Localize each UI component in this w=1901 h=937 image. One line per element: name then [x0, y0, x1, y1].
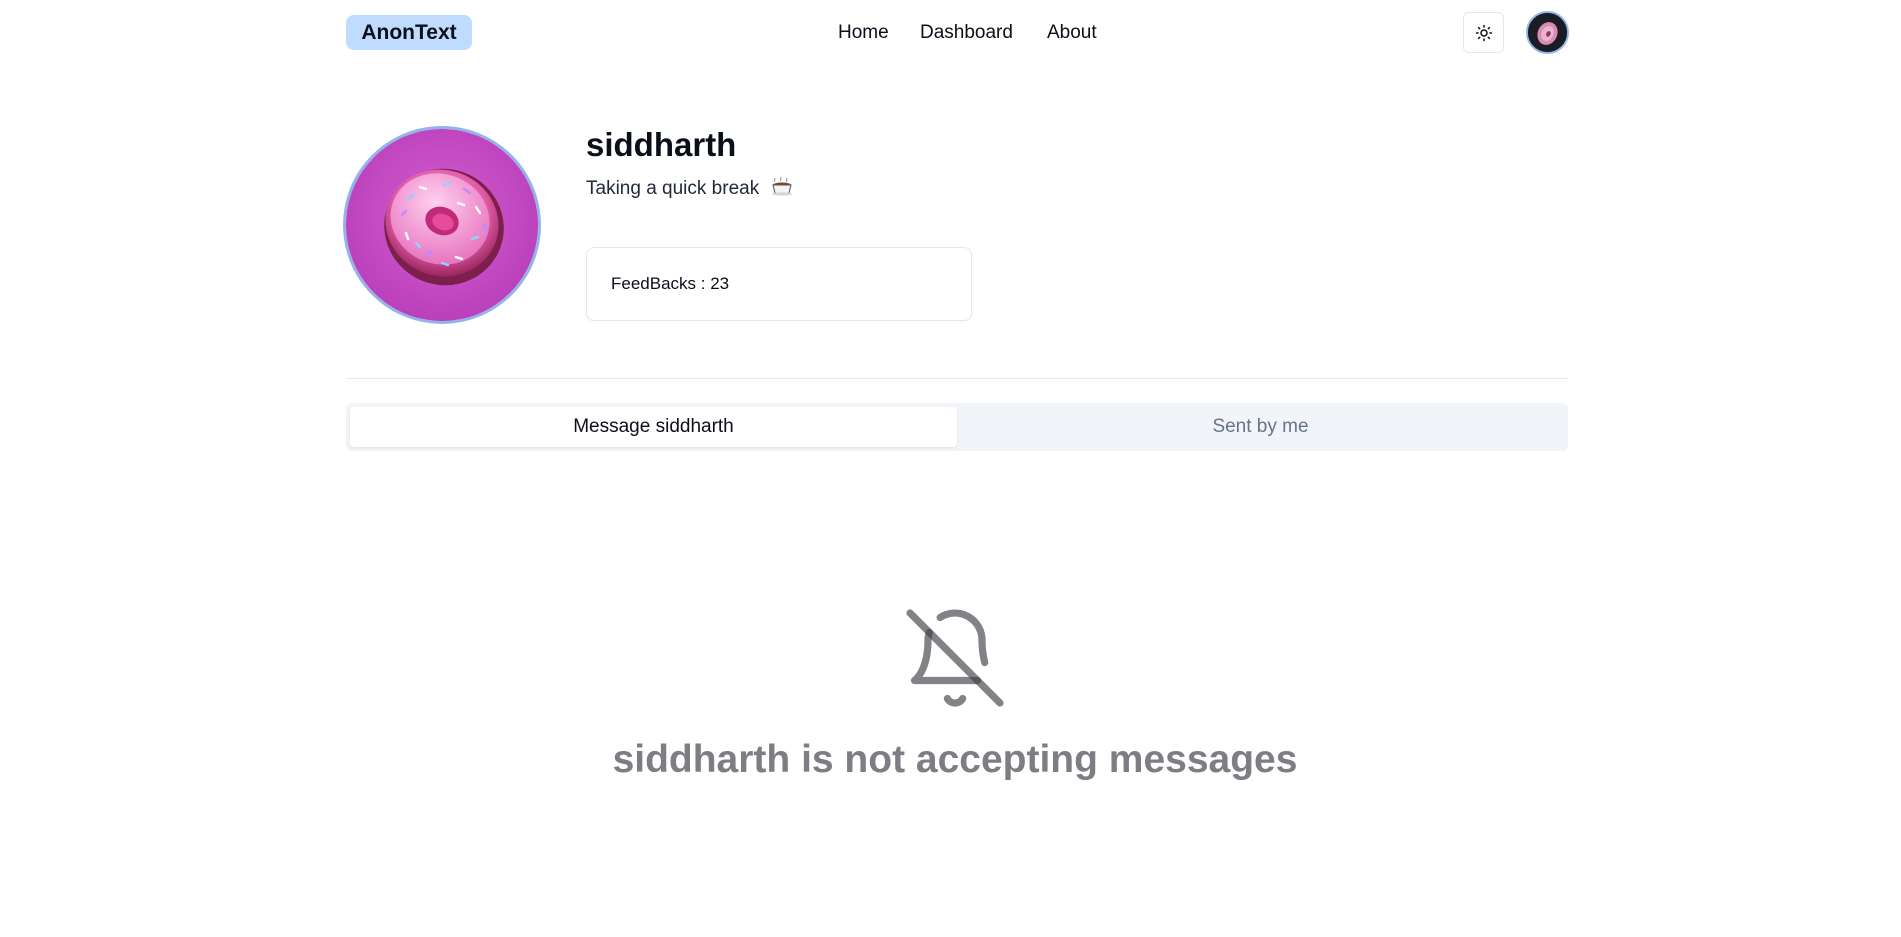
coffee-cup-icon: [771, 176, 793, 202]
main-nav: Home Dashboard About: [0, 20, 1901, 46]
not-accepting-messages-text: siddharth is not accepting messages: [612, 738, 1298, 781]
donut-avatar-image: [1528, 13, 1567, 52]
nav-home-link[interactable]: Home: [838, 20, 889, 46]
profile-name: siddharth: [586, 126, 737, 163]
top-navbar: AnonText Home Dashboard About: [0, 0, 1901, 66]
sun-icon: [1475, 24, 1492, 41]
profile-status-text: Taking a quick break: [586, 178, 760, 200]
tab-message-user[interactable]: Message siddharth: [350, 407, 957, 447]
bell-off-icon: [901, 604, 1009, 712]
user-avatar-button[interactable]: [1526, 11, 1569, 54]
theme-toggle-button[interactable]: [1463, 12, 1504, 53]
feedbacks-count: FeedBacks : 23: [611, 274, 730, 293]
donut-image: [346, 129, 538, 321]
section-divider: [346, 378, 1568, 379]
nav-dashboard-link[interactable]: Dashboard: [920, 20, 1013, 46]
profile-avatar: [343, 126, 541, 324]
nav-about-link[interactable]: About: [1047, 20, 1097, 46]
profile-status: Taking a quick break: [586, 176, 793, 202]
message-tabs: Message siddharth Sent by me: [346, 403, 1568, 451]
tab-sent-by-me[interactable]: Sent by me: [957, 407, 1564, 447]
feedbacks-card: FeedBacks : 23: [586, 247, 972, 321]
